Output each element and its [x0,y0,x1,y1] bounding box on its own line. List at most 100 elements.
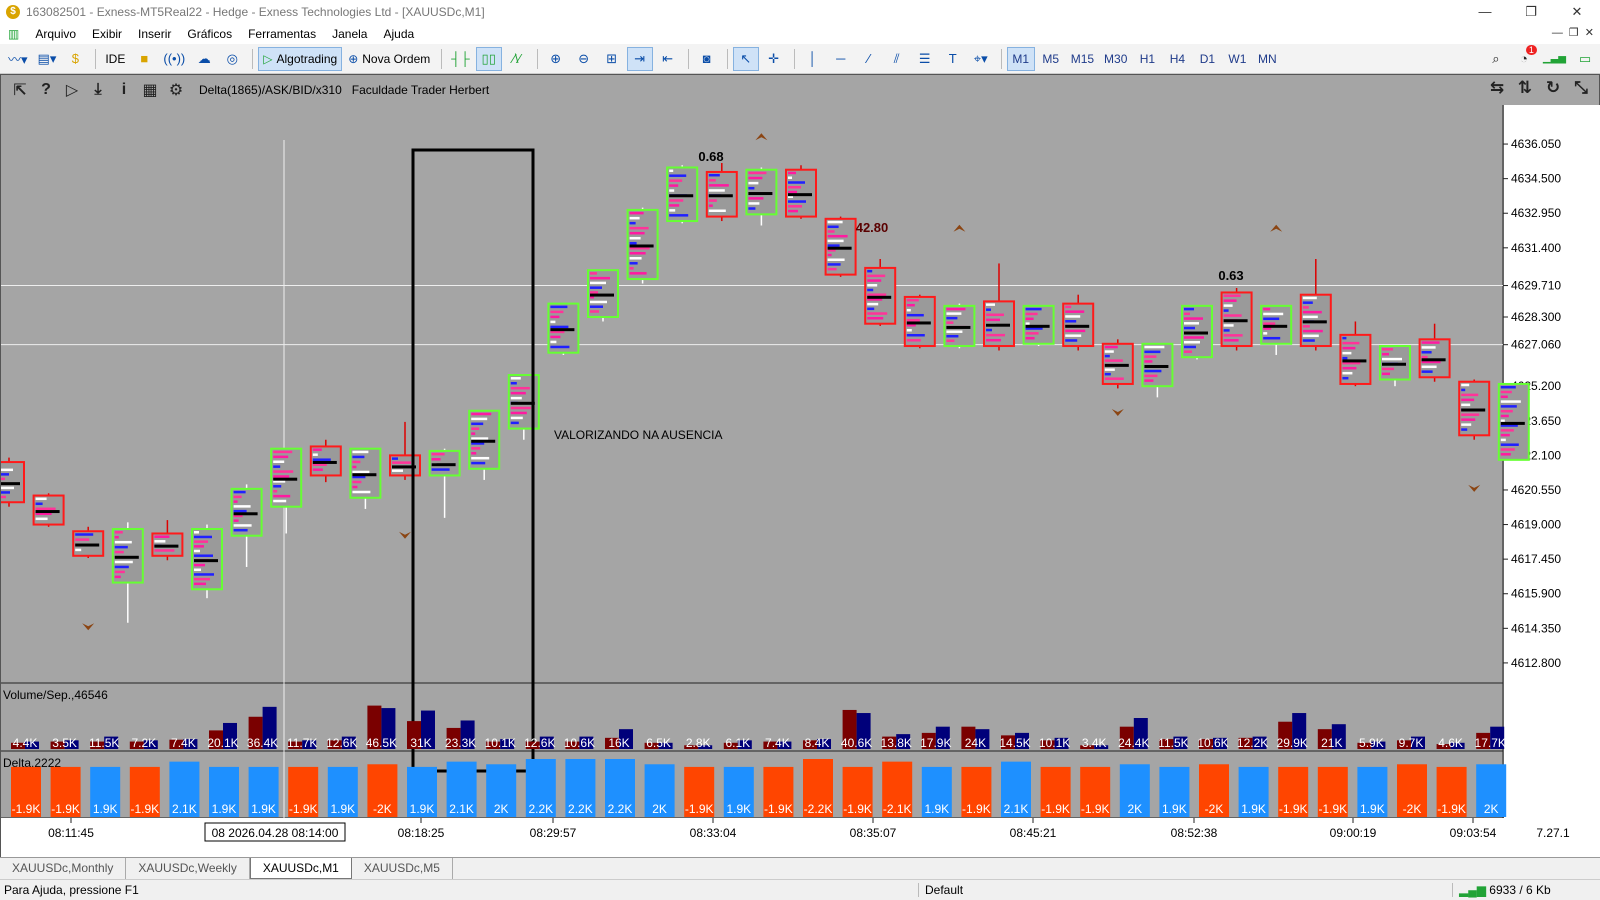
chart-type-icon[interactable]: 〰▾ [4,47,32,71]
expand-icon[interactable]: ⇱ [7,78,33,102]
volume-value-label: 12.6K [524,736,555,750]
tf-m1[interactable]: M1 [1006,46,1035,71]
vps-icon[interactable]: ◎ [219,47,245,71]
fibonacci-icon[interactable]: ☰ [912,47,938,71]
footprint-level [1421,365,1437,369]
crosshair-icon[interactable]: ✛ [761,47,787,71]
tf-h1[interactable]: H1 [1133,47,1161,71]
tf-m15[interactable]: M15 [1067,47,1098,71]
footprint-level [1342,371,1353,375]
delta-value-label: 1.9K [410,802,435,816]
lock-icon[interactable]: ■ [131,47,157,71]
coin-icon[interactable]: $ [62,47,88,71]
vertical-line-icon[interactable]: │ [800,47,826,71]
footprint-level [1223,339,1239,342]
price-chart[interactable]: 4636.050 4634.500 4632.950 4631.400 4629.710… [1,75,1600,858]
footprint-level [1461,398,1475,402]
tab-xauusdc-weekly[interactable]: XAUUSDc,Weekly [126,858,250,879]
tf-d1[interactable]: D1 [1193,47,1221,71]
help-icon[interactable]: ? [33,78,59,102]
chart-window-icon[interactable]: ▥ [0,27,27,41]
menu-ferramentas[interactable]: Ferramentas [240,27,324,41]
horizontal-line-icon[interactable]: ─ [828,47,854,71]
footprint-level [352,490,371,494]
close-button[interactable]: ✕ [1554,0,1600,24]
menu-inserir[interactable]: Inserir [130,27,179,41]
refresh-icon[interactable]: ↻ [1539,78,1567,102]
zoom-in-icon[interactable]: ⊕ [543,47,569,71]
footprint-level [510,391,526,395]
new-order-button[interactable]: ⊕ Nova Ordem [344,47,434,71]
footprint-level [1382,352,1389,356]
footprint-level [1144,369,1162,373]
vertical-arrows-icon[interactable]: ⇅ [1511,78,1539,102]
menu-exibir[interactable]: Exibir [84,27,130,41]
footprint-level [788,176,792,179]
child-restore-button[interactable]: ❐ [1569,26,1579,39]
info-icon[interactable]: i [111,78,137,102]
footprint-level [352,485,358,489]
gear-icon[interactable]: ⚙ [163,78,189,102]
footprint-level [1500,443,1519,446]
footprint-level [1104,372,1111,376]
line-chart-icon[interactable]: ⁄\⁄ [504,47,530,71]
trendline-icon[interactable]: ⁄ [856,47,882,71]
delta-value-label: 1.9K [1241,802,1266,816]
battery-icon: ▭ [1578,50,1592,66]
footprint-level [748,186,755,190]
signal-arrow [1468,484,1481,492]
restore-button[interactable]: ❐ [1508,0,1554,24]
tf-w1[interactable]: W1 [1223,47,1251,71]
tf-h4[interactable]: H4 [1163,47,1191,71]
footprint-level [669,179,683,182]
poc-marker [669,194,694,198]
child-close-button[interactable]: ✕ [1585,26,1594,39]
tf-m30[interactable]: M30 [1100,47,1131,71]
footprint-level [1500,414,1509,418]
algotrading-button[interactable]: ▷ Algotrading [258,46,343,71]
footprint-level [1302,315,1318,319]
menu-arquivo[interactable]: Arquivo [27,27,84,41]
text-icon[interactable]: T [940,47,966,71]
screenshot-icon[interactable]: ◙ [694,47,720,71]
notifications-icon[interactable]: ◔ 1 [1511,44,1537,71]
candle-chart-icon[interactable]: ▯▯ [475,46,502,71]
volume-value-label: 46.5K [366,736,397,750]
menu-ajuda[interactable]: Ajuda [375,27,422,41]
ide-button[interactable]: IDE [101,47,129,71]
chart-shift-icon[interactable]: ⇤ [655,47,681,71]
footprint-level [194,568,201,572]
footprint-level [194,549,200,553]
bar-chart-icon[interactable]: ┤├ [447,47,473,71]
search-icon[interactable]: ⌕ [1483,47,1509,71]
volume-value-label: 17.9K [920,736,951,750]
channel-icon[interactable]: ⫽ [884,47,910,71]
shapes-icon[interactable]: ⌖▾ [968,47,994,71]
minimize-button[interactable]: — [1462,0,1508,24]
templates-icon[interactable]: ▤▾ [34,47,61,71]
download-icon[interactable]: ⤓ [85,78,111,102]
tile-windows-icon[interactable]: ⊞ [599,47,625,71]
footprint-level [1223,299,1237,302]
menu-janela[interactable]: Janela [324,27,375,41]
play-arrow-icon[interactable]: ▷ [59,78,85,102]
cursor-icon[interactable]: ↖ [732,46,759,71]
footprint-level [233,528,248,532]
menu-graficos[interactable]: Gráficos [179,27,240,41]
footprint-level [1302,325,1310,328]
tab-xauusdc-monthly[interactable]: XAUUSDc,Monthly [0,858,127,879]
chart-window[interactable]: 4636.050 4634.500 4632.950 4631.400 4629.710… [0,74,1600,858]
indicator-icon[interactable]: ▦ [137,78,163,102]
tf-m5[interactable]: M5 [1037,47,1065,71]
cloud-icon[interactable]: ☁ [191,47,217,71]
child-minimize-button[interactable]: — [1552,27,1563,39]
tab-xauusdc-m1[interactable]: XAUUSDc,M1 [249,858,352,879]
auto-scroll-icon[interactable]: ⇥ [626,46,653,71]
zoom-out-icon[interactable]: ⊖ [571,47,597,71]
tf-mn[interactable]: MN [1253,47,1281,71]
tab-xauusdc-m5[interactable]: XAUUSDc,M5 [352,858,453,879]
footprint-level [827,225,839,229]
diagonal-arrow-icon[interactable]: ⤡ [1567,78,1595,102]
swap-arrows-icon[interactable]: ⇆ [1483,78,1511,102]
signal-icon[interactable]: ((•)) [159,47,189,71]
